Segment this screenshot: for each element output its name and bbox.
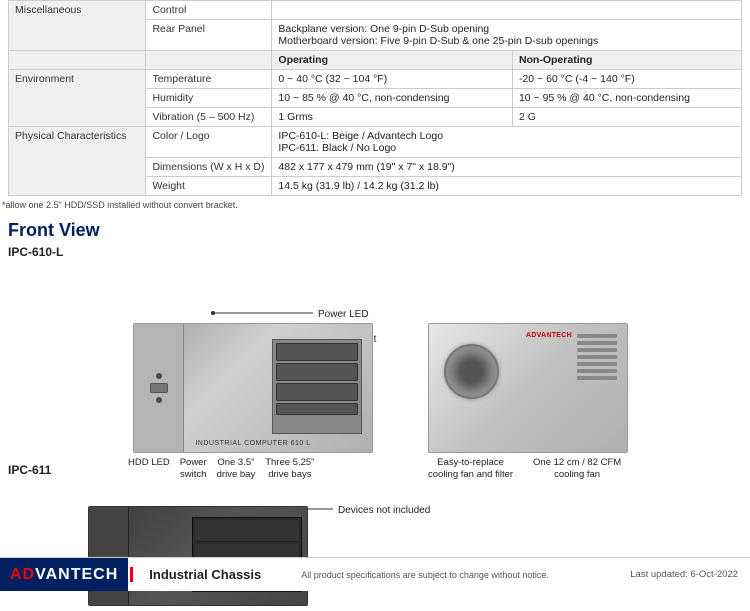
- fan-filter-label: Easy-to-replacecooling fan and filter: [428, 457, 513, 482]
- brand-rest: VANTECH: [35, 566, 118, 583]
- power-led-indicator: [156, 397, 162, 403]
- advantech-logo-small: ADVANTECH: [526, 332, 572, 339]
- phys-val-2: 482 x 177 x 479 mm (19" x 7" x 18.9"): [272, 158, 742, 177]
- env-cat-header: [9, 51, 146, 70]
- env-op-header: Operating: [272, 51, 513, 70]
- drive-slot-4: [276, 403, 358, 415]
- vent-2: [577, 341, 617, 345]
- env-val-2: 10 ~ 85 % @ 40 °C, non-condensing: [272, 89, 513, 108]
- power-switch-indicator: [150, 383, 168, 393]
- table-row: Miscellaneous Control: [9, 1, 742, 20]
- ipc610-chassis-left: INDUSTRIAL COMPUTER 610 L HDD LED Powers…: [73, 293, 373, 482]
- right-vents: [577, 334, 617, 444]
- env-header-row: Operating Non-Operating: [9, 51, 742, 70]
- fan-grill: [444, 344, 499, 399]
- ipc610-chassis-right: ADVANTECH Easy-to-replacecooling fan and…: [428, 268, 628, 482]
- specs-table: Miscellaneous Control Rear Panel Backpla…: [8, 0, 742, 196]
- drive-35-label: One 3.5"drive bay: [217, 457, 256, 482]
- phys-label-3: Weight: [146, 177, 272, 196]
- phys-val-1: IPC-610-L: Beige / Advantech LogoIPC-611…: [272, 127, 742, 158]
- env-nonop-2: 10 ~ 95 % @ 40 °C, non-condensing: [512, 89, 741, 108]
- phys-val-3: 14.5 kg (31.9 lb) / 14.2 kg (31.2 lb): [272, 177, 742, 196]
- category-env: Environment: [9, 70, 146, 127]
- category-phys: Physical Characteristics: [9, 127, 146, 196]
- hdd-led-label: HDD LED: [128, 457, 170, 469]
- drive-slot-1: [276, 343, 358, 361]
- misc-label-1: Control: [146, 1, 272, 20]
- ipc610-diagram: Power LED System reset button: [8, 263, 742, 463]
- env-label-3: Vibration (5 – 500 Hz): [146, 108, 272, 127]
- fan-12cm-label: One 12 cm / 82 CFMcooling fan: [533, 457, 621, 482]
- brand-adv: AD: [10, 566, 35, 583]
- chassis-inner: INDUSTRIAL COMPUTER 610 L: [134, 324, 372, 452]
- vent-5: [577, 362, 617, 366]
- bottom-labels: HDD LED Powerswitch One 3.5"drive bay Th…: [128, 457, 373, 482]
- hdd-led-indicator: [156, 373, 162, 379]
- env-val-1: 0 ~ 40 °C (32 ~ 104 °F): [272, 70, 513, 89]
- chassis-image-left: INDUSTRIAL COMPUTER 610 L: [133, 323, 373, 453]
- bay-611-1: [195, 520, 299, 542]
- power-switch-label: Powerswitch: [180, 457, 207, 482]
- env-label-2: Humidity: [146, 89, 272, 108]
- phys-label-1: Color / Logo: [146, 127, 272, 158]
- chassis-image-right: ADVANTECH: [428, 323, 628, 453]
- env-label-1: Temperature: [146, 70, 272, 89]
- env-val-3: 1 Grms: [272, 108, 513, 127]
- chassis-label-bar: INDUSTRIAL COMPUTER 610 L: [134, 440, 372, 447]
- specs-table-wrap: Miscellaneous Control Rear Panel Backpla…: [0, 0, 750, 196]
- allow-note: *allow one 2.5" HDD/SSD installed withou…: [0, 200, 750, 210]
- env-nonop-header: Non-Operating: [512, 51, 741, 70]
- env-blank: [146, 51, 272, 70]
- vent-6: [577, 369, 617, 373]
- table-row: Environment Temperature 0 ~ 40 °C (32 ~ …: [9, 70, 742, 89]
- misc-label-2: Rear Panel: [146, 20, 272, 51]
- vent-4: [577, 355, 617, 359]
- drive-525-label: Three 5.25"drive bays: [265, 457, 314, 482]
- misc-val-1: [272, 1, 742, 20]
- vent-1: [577, 334, 617, 338]
- misc-val-2: Backplane version: One 9-pin D-Sub openi…: [272, 20, 742, 51]
- footer-product: Industrial Chassis: [130, 567, 277, 582]
- footer-updated: Last updated: 6-Oct-2022: [630, 569, 750, 580]
- front-view-title: Front View: [8, 220, 742, 241]
- table-row: Physical Characteristics Color / Logo IP…: [9, 127, 742, 158]
- chassis-611-image: [88, 506, 308, 606]
- vent-7: [577, 376, 617, 380]
- drive-bay-area: [272, 339, 362, 434]
- footer-brand-text: ADVANTECH: [10, 566, 118, 584]
- front-panel: [134, 324, 184, 452]
- chassis-inner-right: ADVANTECH: [429, 324, 627, 452]
- ipc610-model-label: IPC-610-L: [8, 245, 742, 259]
- env-nonop-1: -20 ~ 60 °C (-4 ~ 140 °F): [512, 70, 741, 89]
- category-misc: Miscellaneous: [9, 1, 146, 51]
- vent-3: [577, 348, 617, 352]
- drive-slot-3: [276, 383, 358, 401]
- footer-note: All product specifications are subject t…: [289, 570, 549, 580]
- front-view-section: Front View IPC-610-L Power LED System re…: [0, 216, 750, 611]
- drive-slot-2: [276, 363, 358, 381]
- phys-label-2: Dimensions (W x H x D): [146, 158, 272, 177]
- devices-not-included-label: Devices not included: [338, 505, 430, 516]
- right-side-labels: Easy-to-replacecooling fan and filter On…: [428, 457, 628, 482]
- footer-note-area: All product specifications are subject t…: [277, 570, 549, 580]
- env-nonop-3: 2 G: [512, 108, 741, 127]
- footer: ADVANTECH Industrial Chassis All product…: [0, 557, 750, 591]
- ipc611-diagram: Devices not included: [8, 481, 742, 611]
- footer-brand: ADVANTECH: [0, 558, 128, 591]
